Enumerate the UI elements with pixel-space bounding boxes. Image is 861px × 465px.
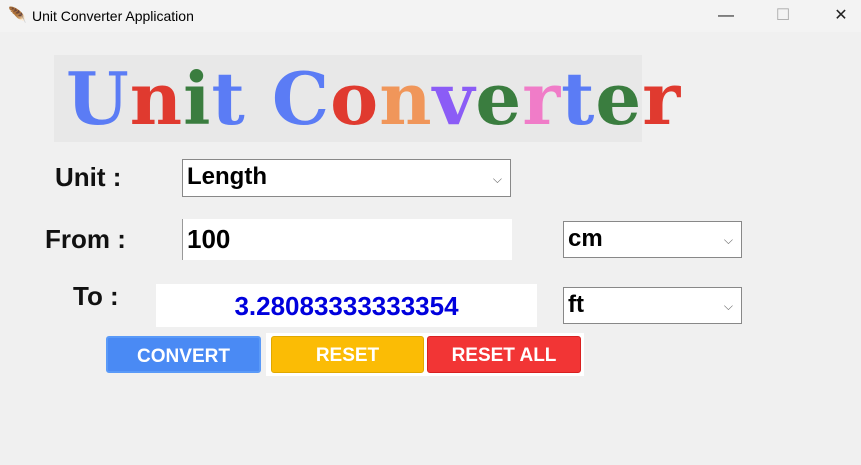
to-label: To : — [73, 281, 119, 311]
reset-button[interactable]: RESET — [271, 336, 424, 373]
convert-button[interactable]: CONVERT — [106, 336, 261, 373]
logo-letter: i — [183, 56, 212, 141]
logo-letter: t — [211, 56, 246, 141]
chevron-down-icon: ⌵ — [723, 233, 733, 247]
logo-letter: e — [475, 56, 523, 141]
reset-all-button[interactable]: RESET ALL — [427, 336, 581, 373]
from-unit-select[interactable]: cm ⌵ — [563, 221, 742, 258]
chevron-down-icon: ⌵ — [492, 172, 502, 186]
feather-icon: 🪶 — [8, 7, 27, 24]
window-title: Unit Converter Application — [32, 8, 194, 24]
logo-letter: C — [271, 56, 331, 141]
from-unit-value: cm — [568, 225, 603, 252]
logo-letter — [246, 56, 272, 141]
from-label: From : — [45, 224, 126, 254]
logo-letter: v — [432, 56, 476, 141]
logo-letter: o — [330, 56, 380, 141]
result-output: 3.28083333333354 — [156, 284, 537, 327]
logo-letter: n — [129, 56, 184, 141]
unit-type-value: Length — [187, 163, 267, 190]
to-unit-value: ft — [568, 291, 584, 318]
to-unit-select[interactable]: ft ⌵ — [563, 287, 742, 324]
title-bar: 🪶 Unit Converter Application — ☐ ✕ — [0, 0, 861, 32]
minimize-button[interactable]: — — [706, 4, 746, 28]
unit-label: Unit : — [55, 162, 122, 192]
logo-letter: n — [379, 56, 433, 141]
logo-letter: t — [561, 56, 596, 141]
logo-letter: U — [66, 56, 130, 141]
from-value-input[interactable]: 100 — [182, 219, 512, 260]
maximize-button[interactable]: ☐ — [763, 4, 803, 28]
logo-letter: r — [642, 56, 682, 141]
close-button[interactable]: ✕ — [821, 4, 861, 28]
logo-letter: e — [595, 56, 643, 141]
unit-type-select[interactable]: Length ⌵ — [182, 159, 511, 197]
logo-banner: Unit Converter — [54, 55, 680, 142]
logo-letter: r — [522, 56, 562, 141]
chevron-down-icon: ⌵ — [723, 299, 733, 313]
